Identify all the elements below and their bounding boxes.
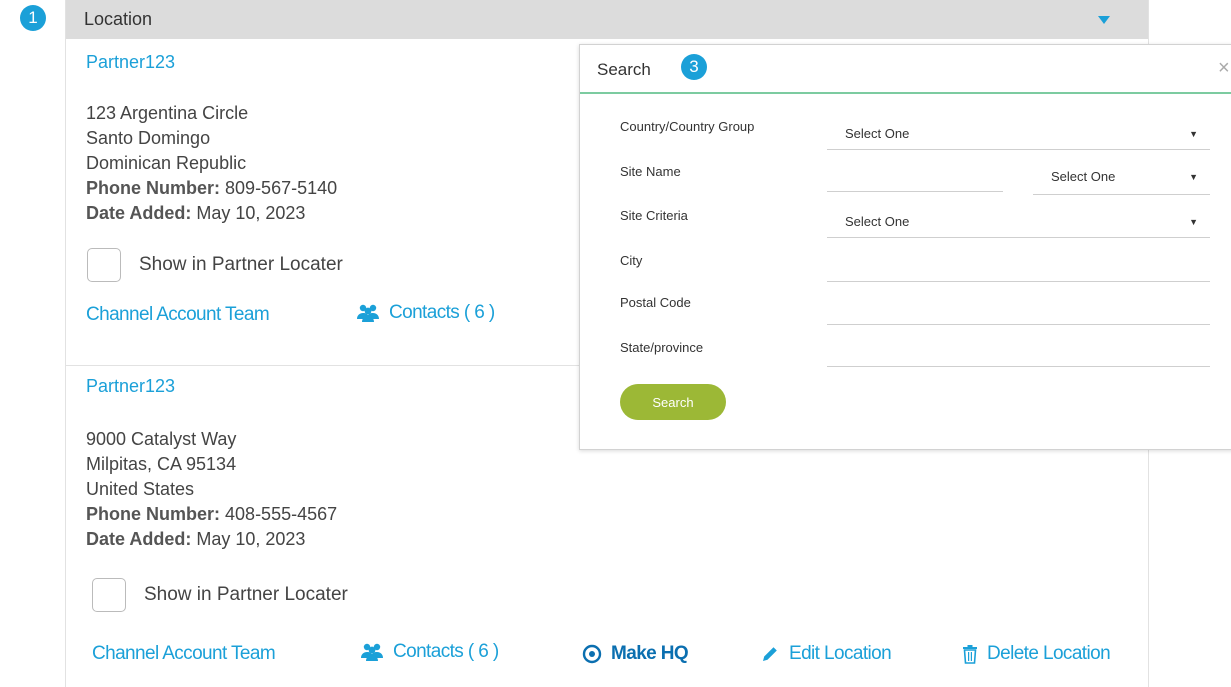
location-panel-header[interactable]: Location — [66, 0, 1148, 39]
address-line: 9000 Catalyst Way — [86, 429, 237, 449]
location-address: 123 Argentina Circle Santo Domingo Domin… — [86, 101, 337, 226]
phone-label: Phone Number: — [86, 178, 221, 198]
edit-location-link[interactable]: Edit Location — [760, 643, 892, 665]
address-line: Dominican Republic — [86, 153, 247, 173]
people-icon — [356, 303, 380, 323]
channel-account-team-link[interactable]: Channel Account Team — [86, 304, 270, 326]
country-label: Country/Country Group — [620, 119, 755, 134]
site-criteria-label: Site Criteria — [620, 208, 688, 223]
step-badge-3: 3 — [681, 54, 707, 80]
search-button[interactable]: Search — [620, 384, 726, 420]
dropdown-arrow-icon: ▼ — [1189, 171, 1198, 182]
trash-icon — [962, 644, 978, 664]
make-hq-label: Make HQ — [611, 643, 689, 664]
date-row: Date Added: May 10, 2023 — [86, 201, 337, 226]
date-row: Date Added: May 10, 2023 — [86, 527, 337, 552]
show-in-locator-row: Show in Partner Locater — [92, 578, 348, 612]
people-icon — [360, 642, 384, 662]
address-line: Milpitas, CA 95134 — [86, 454, 237, 474]
address-line: 123 Argentina Circle — [86, 103, 249, 123]
city-input[interactable] — [827, 249, 1210, 282]
show-in-locator-row: Show in Partner Locater — [87, 248, 343, 282]
contacts-link[interactable]: Contacts ( 6 ) — [360, 641, 499, 663]
partner-name[interactable]: Partner123 — [86, 52, 175, 73]
channel-account-team-link[interactable]: Channel Account Team — [92, 643, 276, 665]
phone-value: 809-567-5140 — [225, 178, 338, 198]
pencil-icon — [760, 644, 780, 664]
edit-location-label: Edit Location — [789, 643, 892, 664]
date-label: Date Added: — [86, 529, 192, 549]
search-dialog-header: Search 3 × — [580, 45, 1231, 94]
site-criteria-value: Select One — [845, 214, 910, 229]
dropdown-arrow-icon: ▼ — [1189, 216, 1198, 227]
site-criteria-select[interactable]: Select One ▼ — [827, 206, 1210, 238]
delete-location-label: Delete Location — [987, 643, 1111, 664]
phone-label: Phone Number: — [86, 504, 221, 524]
search-dialog-title: Search — [597, 60, 651, 79]
location-address: 9000 Catalyst Way Milpitas, CA 95134 Uni… — [86, 427, 337, 552]
phone-row: Phone Number: 809-567-5140 — [86, 176, 337, 201]
contacts-link[interactable]: Contacts ( 6 ) — [356, 302, 495, 324]
contacts-label: Contacts ( 6 ) — [393, 641, 499, 662]
make-hq-link[interactable]: Make HQ — [582, 643, 689, 665]
state-label: State/province — [620, 340, 704, 355]
city-label: City — [620, 253, 643, 268]
close-icon[interactable]: × — [1218, 57, 1230, 80]
postal-code-input[interactable] — [827, 292, 1210, 325]
target-icon — [582, 644, 602, 664]
phone-row: Phone Number: 408-555-4567 — [86, 502, 337, 527]
site-name-input[interactable] — [827, 159, 1003, 192]
show-in-locator-checkbox[interactable] — [87, 248, 121, 282]
show-in-locator-label: Show in Partner Locater — [144, 584, 348, 605]
country-select-value: Select One — [845, 126, 910, 141]
show-in-locator-checkbox[interactable] — [92, 578, 126, 612]
partner-name[interactable]: Partner123 — [86, 376, 175, 397]
date-value: May 10, 2023 — [196, 529, 306, 549]
collapse-caret-icon[interactable] — [1098, 15, 1110, 24]
show-in-locator-label: Show in Partner Locater — [139, 254, 343, 275]
address-line: United States — [86, 479, 195, 499]
address-line: Santo Domingo — [86, 128, 211, 148]
date-label: Date Added: — [86, 203, 192, 223]
step-badge-1: 1 — [20, 5, 46, 31]
site-name-label: Site Name — [620, 164, 681, 179]
country-select[interactable]: Select One ▼ — [827, 118, 1210, 150]
delete-location-link[interactable]: Delete Location — [962, 643, 1111, 665]
site-name-match-select[interactable]: Select One ▼ — [1033, 159, 1210, 195]
dropdown-arrow-icon: ▼ — [1189, 128, 1198, 139]
contacts-label: Contacts ( 6 ) — [389, 302, 495, 323]
postal-code-label: Postal Code — [620, 295, 691, 310]
phone-value: 408-555-4567 — [225, 504, 338, 524]
site-name-match-value: Select One — [1051, 169, 1116, 184]
state-input[interactable] — [827, 334, 1210, 367]
date-value: May 10, 2023 — [196, 203, 306, 223]
search-dialog: Search 3 × Country/Country Group Select … — [579, 44, 1231, 450]
panel-title: Location — [84, 9, 153, 29]
